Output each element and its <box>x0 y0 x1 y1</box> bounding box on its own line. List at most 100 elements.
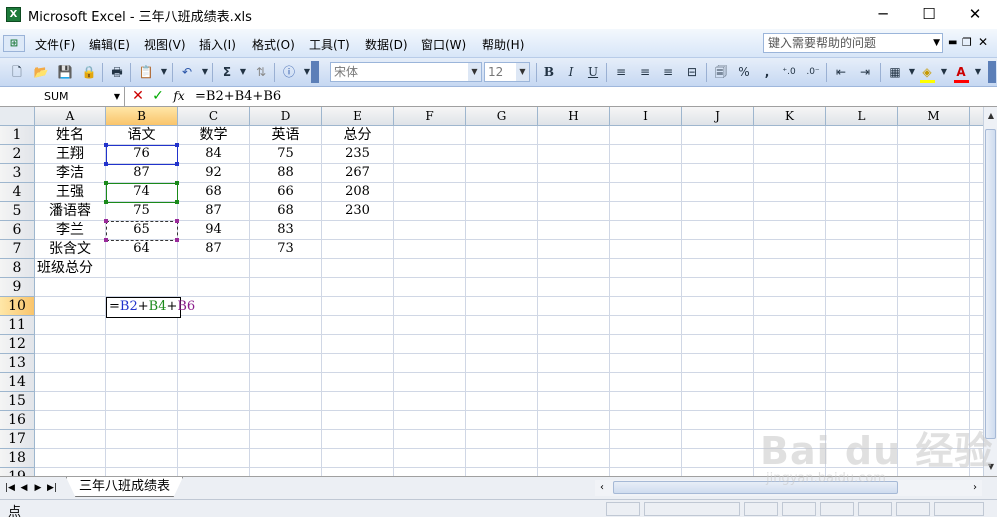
comma-icon[interactable]: , <box>758 63 776 81</box>
workbook-icon[interactable]: ⊞ <box>3 35 25 52</box>
cell-c12[interactable] <box>178 335 250 354</box>
cell-i6[interactable] <box>610 221 682 240</box>
cell-i5[interactable] <box>610 202 682 221</box>
cell-h10[interactable] <box>538 297 610 316</box>
cell-b6[interactable]: 65 <box>106 221 178 240</box>
cell-c18[interactable] <box>178 449 250 468</box>
cell-i17[interactable] <box>610 430 682 449</box>
cell-b4[interactable]: 74 <box>106 183 178 202</box>
align-left-icon[interactable]: ≡ <box>612 63 630 81</box>
column-header-c[interactable]: C <box>178 107 250 126</box>
cell-g11[interactable] <box>466 316 538 335</box>
enter-check-icon[interactable]: ✓ <box>150 88 166 105</box>
row-header-7[interactable]: 7 <box>0 240 35 259</box>
row-header-9[interactable]: 9 <box>0 278 35 297</box>
cell-k3[interactable] <box>754 164 826 183</box>
cell-g15[interactable] <box>466 392 538 411</box>
cell-h15[interactable] <box>538 392 610 411</box>
cell-b19[interactable] <box>106 468 178 476</box>
ref-handle[interactable] <box>104 238 108 242</box>
cell-h18[interactable] <box>538 449 610 468</box>
cell-c8[interactable] <box>178 259 250 278</box>
font-dropdown-icon[interactable]: ▼ <box>468 63 481 81</box>
cell-c11[interactable] <box>178 316 250 335</box>
cell-b18[interactable] <box>106 449 178 468</box>
cell-c3[interactable]: 92 <box>178 164 250 183</box>
cell-j4[interactable] <box>682 183 754 202</box>
cell-a18[interactable] <box>35 449 106 468</box>
column-header-d[interactable]: D <box>250 107 322 126</box>
cell-d14[interactable] <box>250 373 322 392</box>
cell-k10[interactable] <box>754 297 826 316</box>
cell-h17[interactable] <box>538 430 610 449</box>
row-header-5[interactable]: 5 <box>0 202 35 221</box>
cell-f12[interactable] <box>394 335 466 354</box>
center-icon[interactable]: ≡ <box>636 63 654 81</box>
new-icon[interactable]: 🗋 <box>8 63 26 81</box>
cell-e13[interactable] <box>322 354 394 373</box>
cell-l9[interactable] <box>826 278 898 297</box>
cell-e12[interactable] <box>322 335 394 354</box>
cell-a10[interactable] <box>35 297 106 316</box>
ref-handle[interactable] <box>175 181 179 185</box>
cell-a14[interactable] <box>35 373 106 392</box>
cell-j7[interactable] <box>682 240 754 259</box>
cell-b2[interactable]: 76 <box>106 145 178 164</box>
ref-handle[interactable] <box>175 162 179 166</box>
cell-e5[interactable]: 230 <box>322 202 394 221</box>
row-header-4[interactable]: 4 <box>0 183 35 202</box>
cell-j2[interactable] <box>682 145 754 164</box>
cell-h3[interactable] <box>538 164 610 183</box>
cell-k11[interactable] <box>754 316 826 335</box>
cell-k9[interactable] <box>754 278 826 297</box>
cell-a17[interactable] <box>35 430 106 449</box>
cell-c15[interactable] <box>178 392 250 411</box>
increase-decimal-icon[interactable]: ⁺.0 <box>780 63 798 81</box>
cell-h13[interactable] <box>538 354 610 373</box>
cell-g1[interactable] <box>466 126 538 145</box>
cell-a6[interactable]: 李兰 <box>35 221 106 240</box>
cell-m5[interactable] <box>898 202 970 221</box>
cell-b13[interactable] <box>106 354 178 373</box>
cell-l11[interactable] <box>826 316 898 335</box>
cell-d17[interactable] <box>250 430 322 449</box>
cell-j1[interactable] <box>682 126 754 145</box>
cell-d5[interactable]: 68 <box>250 202 322 221</box>
cell-c13[interactable] <box>178 354 250 373</box>
cell-c7[interactable]: 87 <box>178 240 250 259</box>
row-header-14[interactable]: 14 <box>0 373 35 392</box>
cell-b9[interactable] <box>106 278 178 297</box>
active-cell-editor[interactable]: =B2+B4+B6 <box>106 297 195 318</box>
menu-insert[interactable]: 插入(I) <box>199 36 236 53</box>
cell-f18[interactable] <box>394 449 466 468</box>
paste-icon[interactable]: 📋 <box>137 63 155 81</box>
autosum-dropdown-icon[interactable]: ▼ <box>234 63 252 81</box>
percent-icon[interactable]: % <box>735 63 753 81</box>
cell-d16[interactable] <box>250 411 322 430</box>
increase-indent-icon[interactable]: ⇥ <box>856 63 874 81</box>
cell-e17[interactable] <box>322 430 394 449</box>
menu-tools[interactable]: 工具(T) <box>309 36 350 53</box>
cell-e19[interactable] <box>322 468 394 476</box>
cell-e9[interactable] <box>322 278 394 297</box>
cell-l10[interactable] <box>826 297 898 316</box>
cell-k5[interactable] <box>754 202 826 221</box>
cell-a2[interactable]: 王翔 <box>35 145 106 164</box>
cell-i14[interactable] <box>610 373 682 392</box>
menu-data[interactable]: 数据(D) <box>365 36 408 53</box>
column-header-f[interactable]: F <box>394 107 466 126</box>
cell-f11[interactable] <box>394 316 466 335</box>
cell-h1[interactable] <box>538 126 610 145</box>
cell-b8[interactable] <box>106 259 178 278</box>
cell-h11[interactable] <box>538 316 610 335</box>
save-icon[interactable]: 💾 <box>56 63 74 81</box>
cell-e2[interactable]: 235 <box>322 145 394 164</box>
cell-f16[interactable] <box>394 411 466 430</box>
cell-i18[interactable] <box>610 449 682 468</box>
cell-d18[interactable] <box>250 449 322 468</box>
cell-d9[interactable] <box>250 278 322 297</box>
cell-a8[interactable]: 班级总分 <box>35 259 106 278</box>
paste-dropdown-icon[interactable]: ▼ <box>155 63 173 81</box>
cell-l14[interactable] <box>826 373 898 392</box>
row-header-2[interactable]: 2 <box>0 145 35 164</box>
